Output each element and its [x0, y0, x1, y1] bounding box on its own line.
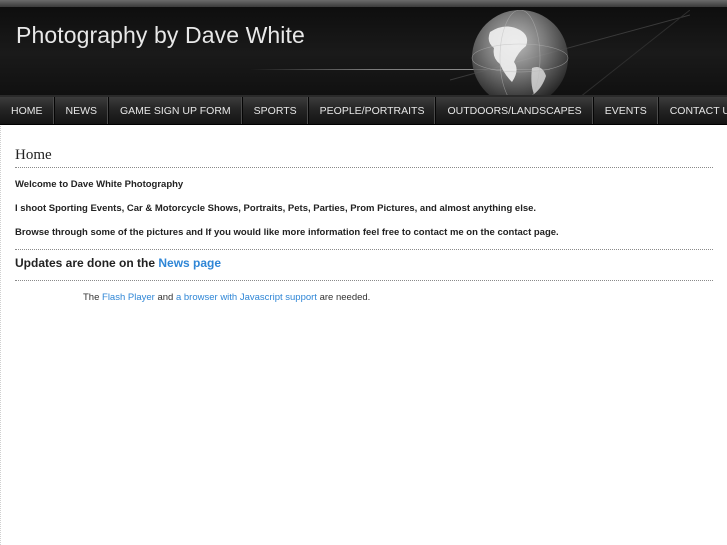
globe-icon: [450, 10, 690, 97]
left-edge-border: [0, 126, 1, 545]
flash-player-link[interactable]: Flash Player: [102, 292, 155, 303]
heading-divider: [15, 167, 713, 168]
header-top-bar: [0, 0, 727, 7]
welcome-text: Welcome to Dave White Photography: [15, 179, 184, 190]
nav-item-outdoors-landscapes[interactable]: OUTDOORS/LANDSCAPES: [436, 97, 594, 124]
flash-suffix: are needed.: [316, 292, 371, 303]
main-nav: HOME NEWS GAME SIGN UP FORM SPORTS PEOPL…: [0, 97, 727, 125]
page-title: Home: [15, 147, 52, 163]
flash-prefix: The: [83, 292, 103, 303]
section-divider: [15, 249, 713, 250]
nav-item-home[interactable]: HOME: [0, 97, 55, 124]
flash-middle: and: [154, 292, 176, 303]
nav-item-events[interactable]: EVENTS: [594, 97, 659, 124]
news-page-link[interactable]: News page: [158, 256, 221, 270]
updates-notice: Updates are done on the News page: [15, 256, 221, 270]
nav-item-sports[interactable]: SPORTS: [243, 97, 309, 124]
browse-text: Browse through some of the pictures and …: [15, 227, 559, 238]
updates-divider: [15, 280, 713, 281]
nav-item-game-sign-up-form[interactable]: GAME SIGN UP FORM: [109, 97, 243, 124]
site-header: Photography by Dave White: [0, 0, 727, 97]
nav-item-people-portraits[interactable]: PEOPLE/PORTRAITS: [309, 97, 437, 124]
javascript-browser-link[interactable]: a browser with Javascript support: [176, 292, 317, 303]
updates-prefix: Updates are done on the: [15, 256, 159, 270]
services-text: I shoot Sporting Events, Car & Motorcycl…: [15, 203, 537, 214]
site-title: Photography by Dave White: [16, 22, 305, 48]
nav-item-contact-us[interactable]: CONTACT US: [659, 97, 727, 124]
flash-notice: The Flash Player and a browser with Java…: [83, 292, 370, 303]
nav-item-news[interactable]: NEWS: [55, 97, 109, 124]
